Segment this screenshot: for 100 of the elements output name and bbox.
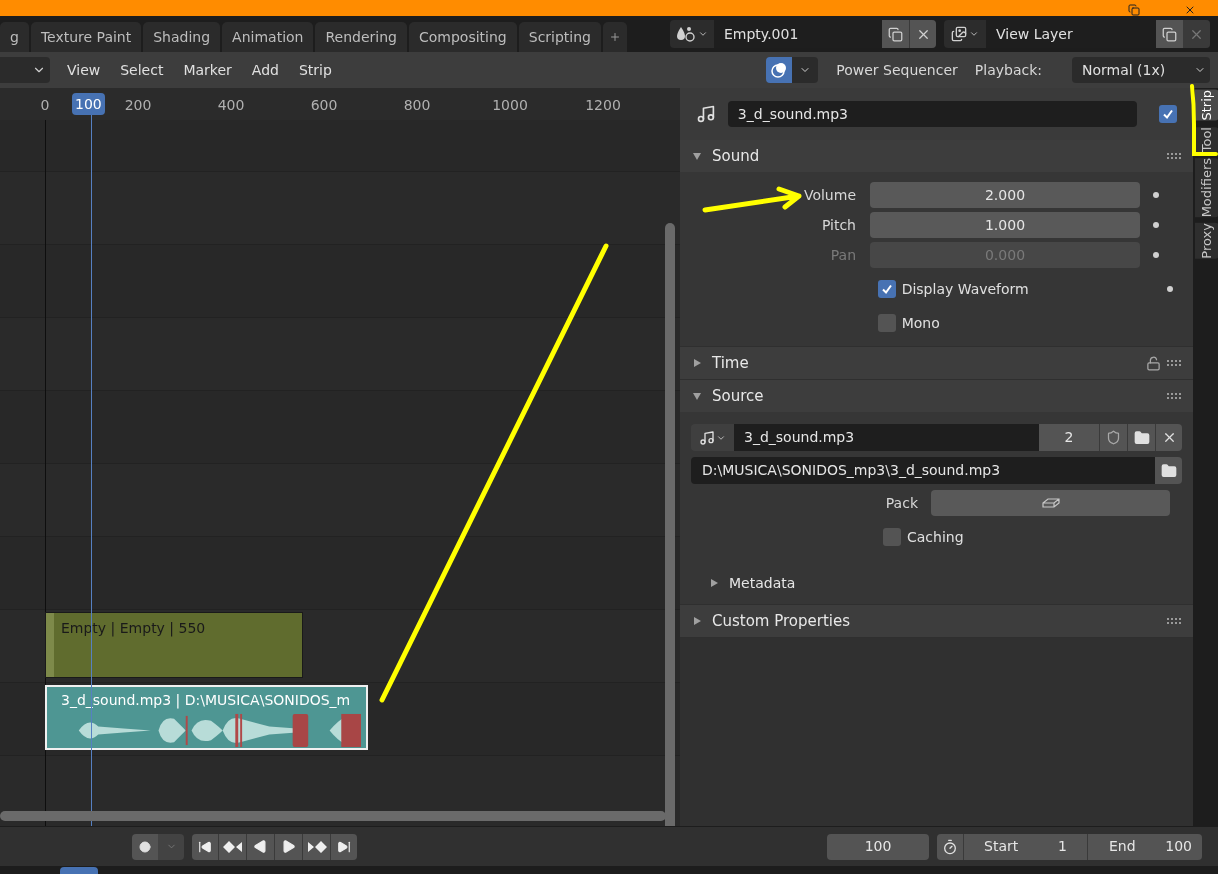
- sidebar-tab[interactable]: Strip: [1195, 90, 1218, 121]
- scene-name-field[interactable]: Empty.001: [714, 20, 882, 48]
- checkbox-label[interactable]: Mono: [901, 312, 1147, 334]
- music-note-icon: [696, 104, 716, 124]
- workspace-tab[interactable]: Shading: [143, 22, 221, 52]
- subpanel-title[interactable]: Metadata: [729, 572, 796, 594]
- view-layer-field[interactable]: View Layer: [986, 20, 1156, 48]
- folder-icon: [1133, 429, 1150, 446]
- panel-title: Custom Properties: [712, 610, 851, 632]
- workspace-tab[interactable]: g: [0, 22, 29, 52]
- strip-name-field[interactable]: 3_d_sound.mp3: [727, 101, 1137, 127]
- ruler-tick-label: 0: [40, 96, 50, 115]
- checkmark-icon: [1162, 108, 1174, 120]
- new-scene-button[interactable]: [882, 20, 909, 48]
- panel-header[interactable]: Time: [680, 347, 1193, 379]
- workspace-tab[interactable]: Scripting: [518, 22, 601, 52]
- sidebar-tab[interactable]: Proxy: [1195, 223, 1218, 259]
- checkmark-icon: [880, 283, 893, 295]
- preview-range-button[interactable]: [937, 833, 963, 860]
- panel-header[interactable]: Custom Properties: [680, 605, 1193, 637]
- menu-item[interactable]: Strip: [289, 59, 341, 81]
- sidebar-tab[interactable]: Modifiers: [1195, 157, 1218, 218]
- user-count[interactable]: 2: [1039, 424, 1099, 451]
- strip-label: 3_d_sound.mp3 | D:\MUSICA\SONIDOS_m: [61, 691, 352, 711]
- playback-dropdown[interactable]: Normal (1x): [1072, 57, 1210, 83]
- play-button[interactable]: [275, 833, 302, 860]
- workspace-tab[interactable]: Rendering: [315, 22, 407, 52]
- skip-back-icon: [198, 839, 212, 854]
- strip-handle[interactable]: [46, 613, 54, 677]
- copy-icon: [1162, 26, 1177, 42]
- music-note-icon: [699, 429, 715, 446]
- menu-item[interactable]: Select: [111, 59, 173, 81]
- expand-triangle-icon[interactable]: [692, 616, 702, 626]
- playback-label: Playback:: [974, 60, 1042, 80]
- play-icon: [281, 839, 296, 854]
- fake-user-button[interactable]: [1099, 424, 1127, 451]
- restore-window-icon: [1128, 4, 1140, 16]
- start-frame-field[interactable]: Start 1: [964, 833, 1087, 860]
- strip-enabled-checkbox[interactable]: [1159, 105, 1177, 123]
- checkbox[interactable]: [877, 314, 896, 332]
- checkbox[interactable]: [883, 528, 901, 546]
- horizontal-scrollbar[interactable]: [0, 811, 666, 821]
- checkbox[interactable]: [877, 280, 896, 298]
- sound-type-dropdown[interactable]: [691, 424, 734, 451]
- vertical-scrollbar[interactable]: [665, 223, 675, 826]
- copy-icon: [888, 26, 903, 42]
- number-field[interactable]: 2.000: [870, 182, 1140, 208]
- menu-item[interactable]: View: [58, 59, 110, 81]
- number-field[interactable]: 1.000: [870, 212, 1140, 238]
- unlink-button[interactable]: [1155, 424, 1182, 451]
- overlay-dropdown[interactable]: [766, 57, 819, 83]
- package-icon: [1040, 496, 1061, 510]
- plus-icon: [609, 31, 621, 43]
- overlay-icon: [770, 61, 789, 79]
- previous-keyframe-button[interactable]: [219, 833, 246, 860]
- ruler-tick-label: 1000: [492, 96, 528, 115]
- expand-triangle-icon[interactable]: [692, 358, 702, 368]
- sidebar-tab[interactable]: Tool: [1195, 126, 1218, 152]
- current-frame-field[interactable]: 100: [827, 833, 929, 860]
- menu-item[interactable]: Add: [242, 59, 288, 81]
- drag-handle-icon[interactable]: [1167, 393, 1183, 399]
- field-label: Pitch: [821, 215, 856, 235]
- panel-title: Time: [712, 352, 749, 374]
- filepath-field[interactable]: D:\MUSICA\SONIDOS_mp3\3_d_sound.mp3: [691, 457, 1155, 484]
- workspace-tab[interactable]: Animation: [222, 22, 314, 52]
- shield-icon: [1106, 430, 1121, 445]
- expand-triangle-icon[interactable]: [709, 578, 719, 588]
- panel-header[interactable]: Source: [680, 380, 1193, 412]
- checkbox-label[interactable]: Display Waveform: [901, 278, 1147, 300]
- collapse-triangle-icon[interactable]: [692, 391, 702, 401]
- field-label: Pack: [884, 493, 919, 513]
- checkbox-label[interactable]: Caching: [907, 526, 964, 548]
- jump-to-end-button[interactable]: [331, 833, 357, 860]
- delete-scene-button[interactable]: [909, 20, 936, 48]
- field-label: Pan: [830, 245, 856, 265]
- panel-title: Sound: [712, 145, 760, 167]
- chevron-down-icon: [969, 29, 979, 39]
- new-view-layer-button[interactable]: [1156, 20, 1183, 48]
- browse-file-button[interactable]: [1155, 457, 1182, 484]
- ruler-tick-label: 600: [310, 96, 338, 115]
- play-reverse-button[interactable]: [247, 833, 274, 860]
- sound-name-field[interactable]: 3_d_sound.mp3: [734, 424, 1039, 451]
- open-file-button[interactable]: [1127, 424, 1155, 451]
- drag-handle-icon[interactable]: [1167, 618, 1183, 624]
- panel-header[interactable]: Sound: [680, 140, 1193, 172]
- drag-handle-icon[interactable]: [1167, 153, 1183, 159]
- close-icon: [1184, 4, 1196, 16]
- menu-item[interactable]: Marker: [174, 59, 241, 81]
- end-frame-field[interactable]: End 100: [1088, 833, 1202, 860]
- add-workspace-button[interactable]: [603, 22, 627, 52]
- current-frame-badge[interactable]: 100: [72, 93, 105, 115]
- workspace-tab[interactable]: Compositing: [409, 22, 517, 52]
- panel-title: Source: [712, 385, 764, 407]
- next-keyframe-button[interactable]: [303, 833, 330, 860]
- collapse-triangle-icon[interactable]: [692, 151, 702, 161]
- jump-to-start-button[interactable]: [192, 833, 218, 860]
- drag-handle-icon[interactable]: [1167, 360, 1183, 366]
- workspace-tab[interactable]: Texture Paint: [30, 22, 142, 52]
- record-button[interactable]: [132, 833, 184, 860]
- addon-label[interactable]: Power Sequencer: [836, 59, 958, 81]
